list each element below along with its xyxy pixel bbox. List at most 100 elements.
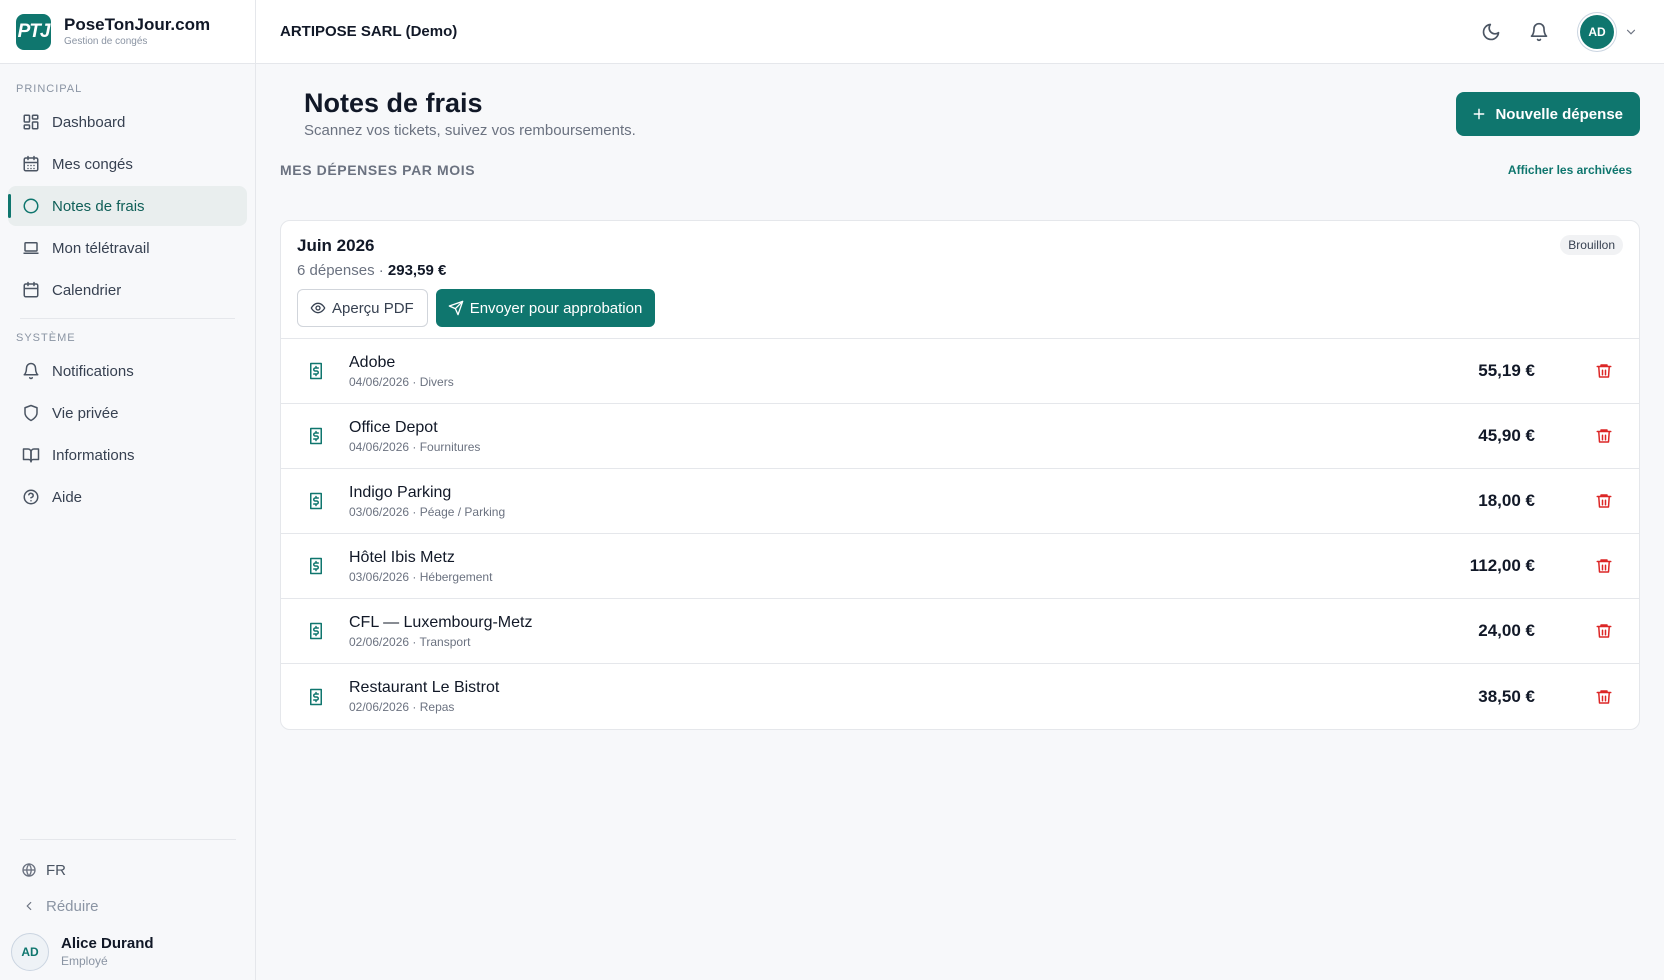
moon-icon[interactable] — [1478, 19, 1504, 45]
expense-vendor: CFL — Luxembourg-Metz — [349, 613, 533, 631]
avatar[interactable]: AD — [1580, 14, 1614, 49]
section-label-principal: PRINCIPAL — [16, 83, 83, 95]
month-summary: 6 dépenses · 293,59 € — [297, 262, 1623, 280]
language-label: FR — [46, 861, 66, 879]
receipt-icon — [306, 426, 326, 446]
expense-meta: 03/06/2026 · Péage / Parking — [349, 504, 506, 519]
sidebar-item-label: Mon télétravail — [52, 239, 150, 257]
expense-amount: 38,50 € — [1478, 686, 1535, 706]
expense-vendor: Adobe — [349, 353, 396, 371]
expense-amount: 45,90 € — [1478, 426, 1535, 445]
user-role: Employé — [61, 954, 108, 968]
expense-count: 6 dépenses · — [297, 262, 388, 279]
status-badge: Brouillon — [1560, 235, 1623, 255]
sidebar-item-label: Vie privée — [52, 404, 119, 422]
brand[interactable]: PTJ PoseTonJour.com Gestion de congés — [0, 0, 255, 64]
new-expense-button[interactable]: Nouvelle dépense — [1456, 92, 1640, 136]
send-approval-button[interactable]: Envoyer pour approbation — [435, 289, 656, 327]
circle-icon — [20, 195, 42, 217]
section-title: MES DÉPENSES PAR MOIS — [280, 162, 476, 178]
sidebar-item-notes-de-frais[interactable]: Notes de frais — [8, 186, 247, 226]
user-info: Alice Durand Employé — [61, 935, 154, 969]
expense-meta: 04/06/2026 · Divers — [349, 374, 454, 389]
brand-name: PoseTonJour.com — [64, 14, 211, 34]
send-approval-label: Envoyer pour approbation — [469, 299, 643, 317]
preview-pdf-button[interactable]: Aperçu PDF — [297, 289, 428, 327]
sidebar-divider — [20, 839, 236, 840]
expense-row[interactable]: CFL — Luxembourg-Metz 02/06/2026 · Trans… — [281, 599, 1639, 664]
expense-amount: 24,00 € — [1478, 621, 1535, 640]
chevron-down-icon[interactable] — [1622, 23, 1640, 41]
sidebar: PTJ PoseTonJour.com Gestion de congés PR… — [0, 0, 256, 980]
expense-row[interactable]: Office Depot 04/06/2026 · Fournitures 45… — [281, 404, 1639, 469]
sidebar-item-notifications[interactable]: Notifications — [8, 351, 247, 391]
section-header: MES DÉPENSES PAR MOIS Afficher les archi… — [280, 162, 1640, 178]
expense-vendor: Hôtel Ibis Metz — [349, 548, 455, 566]
trash-icon[interactable] — [1593, 620, 1615, 642]
expense-amount: 112,00 € — [1469, 556, 1535, 575]
brand-tagline: Gestion de congés — [64, 35, 148, 47]
trash-icon[interactable] — [1593, 425, 1615, 447]
trash-icon[interactable] — [1593, 360, 1615, 382]
expense-vendor: Indigo Parking — [349, 483, 452, 501]
sidebar-item-label: Notes de frais — [52, 197, 145, 215]
show-archives-link[interactable]: Afficher les archivées — [1508, 163, 1632, 177]
collapse-label: Réduire — [46, 897, 99, 915]
sidebar-item-calendrier[interactable]: Calendrier — [8, 270, 247, 310]
sidebar-item-label: Informations — [52, 446, 135, 464]
page-header: Notes de frais Scannez vos tickets, suiv… — [280, 64, 1640, 150]
sidebar-item-vie-privee[interactable]: Vie privée — [8, 393, 247, 433]
expense-amount: 55,19 € — [1478, 361, 1535, 380]
expense-vendor: Office Depot — [349, 418, 438, 436]
topbar-actions: AD — [1478, 14, 1640, 49]
bell-icon[interactable] — [1526, 19, 1552, 45]
sidebar-item-mon-teletravail[interactable]: Mon télétravail — [8, 228, 247, 268]
expense-row[interactable]: Indigo Parking 03/06/2026 · Péage / Park… — [281, 469, 1639, 534]
user-name: Alice Durand — [61, 935, 154, 952]
expense-info: Indigo Parking 03/06/2026 · Péage / Park… — [349, 483, 505, 520]
sidebar-item-mes-conges[interactable]: Mes congés — [8, 144, 247, 184]
book-icon — [20, 444, 42, 466]
trash-icon[interactable] — [1593, 686, 1615, 708]
expense-meta: 03/06/2026 · Hébergement — [349, 569, 493, 584]
month-card-header: Juin 2026 6 dépenses · 293,59 € Brouillo… — [281, 221, 1639, 339]
main-content: Notes de frais Scannez vos tickets, suiv… — [256, 64, 1664, 980]
trash-icon[interactable] — [1593, 555, 1615, 577]
user-profile[interactable]: AD Alice Durand Employé — [0, 924, 256, 980]
expense-vendor: Restaurant Le Bistrot — [349, 679, 500, 696]
receipt-icon — [306, 361, 326, 381]
expense-info: Restaurant Le Bistrot 02/06/2026 · Repas — [349, 678, 499, 715]
expense-info: Adobe 04/06/2026 · Divers — [349, 353, 454, 390]
avatar: AD — [11, 933, 49, 971]
receipt-icon — [306, 621, 326, 641]
sidebar-item-aide[interactable]: Aide — [8, 477, 247, 517]
page-title: Notes de frais — [304, 88, 483, 118]
expense-row[interactable]: Adobe 04/06/2026 · Divers 55,19 € — [281, 339, 1639, 404]
sidebar-item-label: Aide — [52, 488, 83, 506]
sidebar-item-dashboard[interactable]: Dashboard — [8, 102, 247, 142]
language-selector[interactable]: FR — [0, 852, 256, 888]
new-expense-label: Nouvelle dépense — [1495, 105, 1623, 123]
sidebar-item-label: Mes congés — [52, 155, 133, 173]
receipt-icon — [306, 491, 326, 511]
collapse-sidebar-button[interactable]: Réduire — [0, 888, 256, 924]
sidebar-item-label: Dashboard — [52, 113, 126, 131]
topbar: ARTIPOSE SARL (Demo) AD — [256, 0, 1664, 64]
expense-info: Hôtel Ibis Metz 03/06/2026 · Hébergement — [349, 548, 492, 585]
receipt-icon — [306, 687, 326, 707]
globe-icon — [20, 861, 38, 879]
sidebar-item-label: Calendrier — [52, 281, 122, 299]
sidebar-footer: FR Réduire AD Alice Durand Employé — [0, 839, 256, 980]
brand-text: PoseTonJour.com Gestion de congés — [64, 15, 210, 49]
expense-row[interactable]: Hôtel Ibis Metz 03/06/2026 · Hébergement… — [281, 534, 1639, 599]
sidebar-item-informations[interactable]: Informations — [8, 435, 247, 475]
company-name: ARTIPOSE SARL (Demo) — [280, 23, 458, 40]
laptop-icon — [20, 237, 42, 259]
section-label-systeme: SYSTÈME — [16, 332, 76, 344]
expense-row[interactable]: Restaurant Le Bistrot 02/06/2026 · Repas… — [281, 664, 1639, 729]
receipt-icon — [306, 556, 326, 576]
expense-meta: 02/06/2026 · Repas — [349, 700, 455, 714]
dashboard-icon — [20, 111, 42, 133]
chevron-left-icon — [20, 897, 38, 915]
trash-icon[interactable] — [1593, 490, 1615, 512]
